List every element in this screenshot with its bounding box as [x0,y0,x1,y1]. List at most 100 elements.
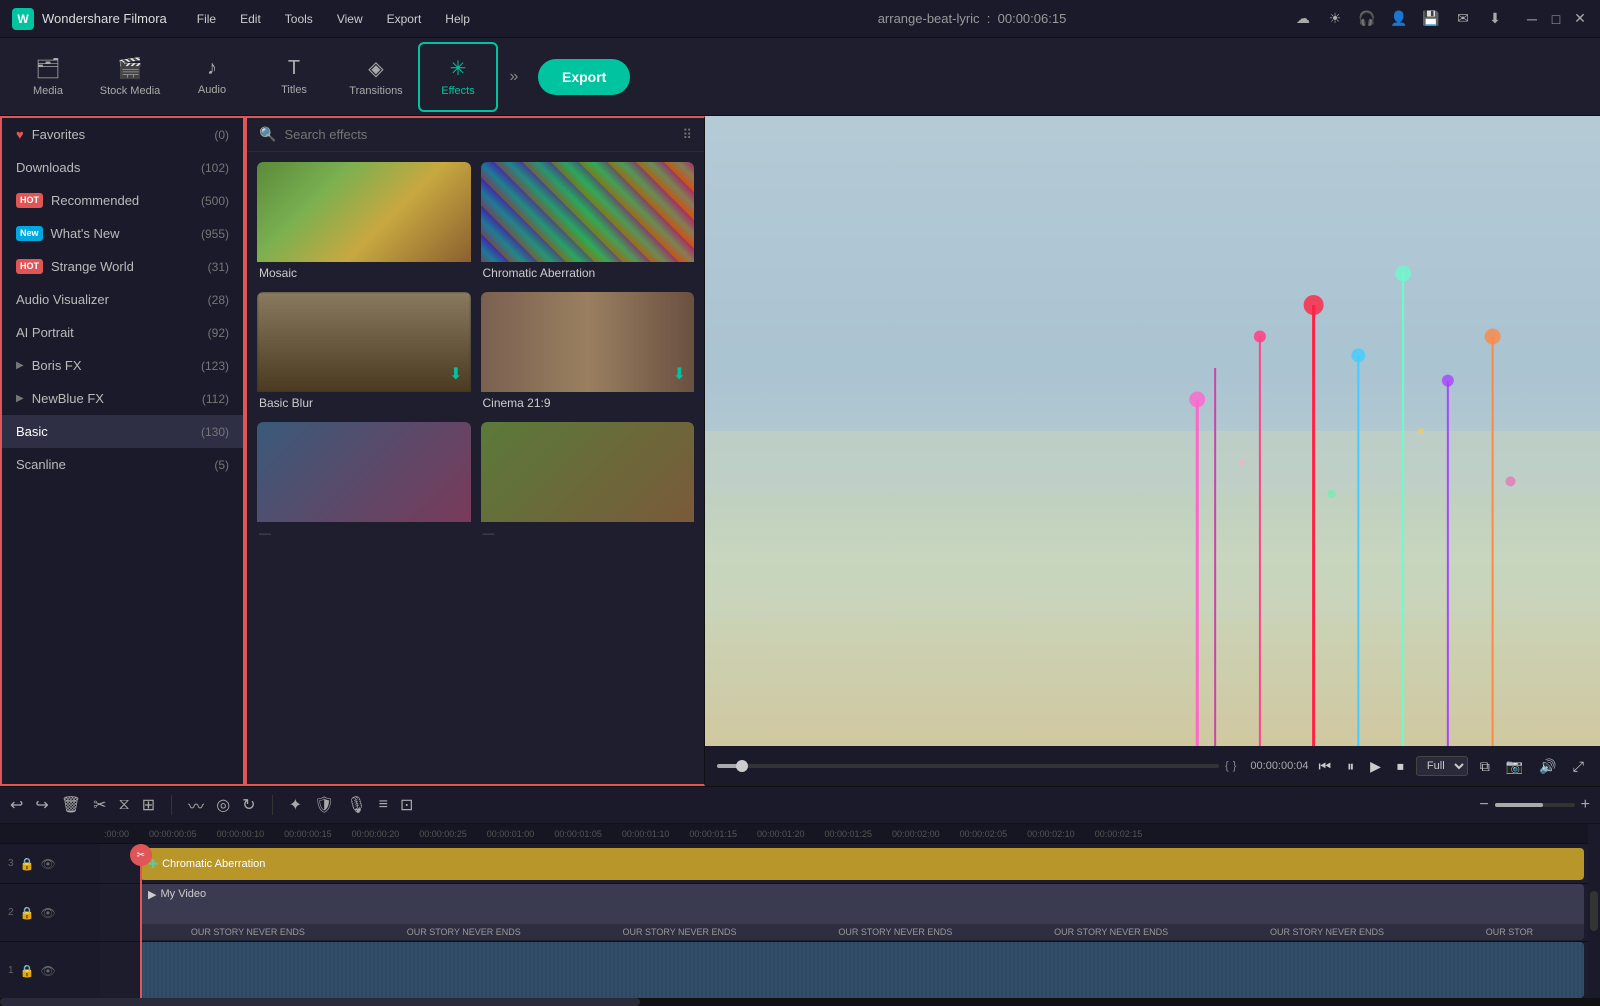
tool-audio[interactable]: ♪ Audio [172,42,252,112]
mask-button[interactable]: 🛡 [314,795,334,815]
in-out-markers: { } [1225,760,1236,772]
playhead-handle[interactable]: ✂ [130,844,152,866]
title-bar: W Wondershare Filmora File Edit Tools Vi… [0,0,1600,38]
sidebar-item-ai-portrait[interactable]: AI Portrait (92) [2,316,243,349]
menu-view[interactable]: View [327,9,373,29]
video-clip[interactable]: ▶ My Video OUR STORY NEVER ENDS OUR STOR… [140,884,1584,940]
menu-export[interactable]: Export [377,9,432,29]
fullscreen-button[interactable]: ⤢ [1569,756,1588,777]
sidebar-item-whats-new[interactable]: New What's New (955) [2,217,243,250]
effect-card-basic-blur[interactable]: ⬇ Basic Blur [257,292,471,412]
lyric-button[interactable]: ↻ [242,795,255,815]
zoom-in-button[interactable]: + [1581,796,1590,814]
sidebar-item-audio-visualizer[interactable]: Audio Visualizer (28) [2,283,243,316]
audio-wave-button[interactable]: 〰 [188,793,204,817]
play-pause-button[interactable]: ⏸ [1343,756,1358,777]
beat-button[interactable]: ◎ [216,795,230,815]
step-back-button[interactable]: ⏮ [1315,756,1336,777]
stop-button[interactable]: ⏹ [1393,756,1408,777]
ruler-mark-10: 00:00:01:20 [757,829,805,839]
zoom-out-button[interactable]: − [1479,796,1488,814]
split-button[interactable]: ⊞ [142,795,155,815]
timeline-vertical-scrollbar[interactable] [1588,824,1600,998]
maximize-button[interactable]: □ [1548,11,1564,27]
grid-view-icon[interactable]: ⠿ [682,127,692,143]
eye-icon-3[interactable]: 👁 [41,857,56,871]
headphone-icon[interactable]: 🎧 [1356,8,1378,30]
tool-stock-media[interactable]: 🎬 Stock Media [90,42,170,112]
quality-selector[interactable]: Full 1/2 1/4 [1416,756,1468,776]
snapshot-button[interactable]: 📷 [1502,756,1527,777]
brightness-icon[interactable]: ☀ [1324,8,1346,30]
delete-button[interactable]: 🗑 [61,795,81,815]
lock-icon-2[interactable]: 🔒 [20,906,35,920]
volume-button[interactable]: 🔊 [1535,756,1560,777]
audio-clip[interactable] [140,942,1584,998]
menu-tools[interactable]: Tools [275,9,323,29]
sidebar-item-strange-world[interactable]: HOT Strange World (31) [2,250,243,283]
zoom-slider[interactable] [1495,803,1575,807]
toolbar-expand-button[interactable]: » [500,63,528,91]
play-button[interactable]: ▶ [1366,756,1385,777]
save-icon[interactable]: 💾 [1420,8,1442,30]
effect-card-3[interactable]: — [257,422,471,542]
sidebar-whats-new-count: (955) [201,227,229,241]
eye-icon-2[interactable]: 👁 [41,906,56,920]
menu-edit[interactable]: Edit [230,9,271,29]
crop-button[interactable]: ⧖ [119,796,130,814]
chromatic-aberration-clip[interactable]: ✚ Chromatic Aberration [140,848,1584,880]
timeline-tracks[interactable]: :00:00 00:00:00:05 00:00:00:10 00:00:00:… [100,824,1588,998]
menu-file[interactable]: File [187,9,226,29]
voice-button[interactable]: 🎙 [346,795,366,815]
user-icon[interactable]: 👤 [1388,8,1410,30]
sidebar-item-scanline[interactable]: Scanline (5) [2,448,243,481]
sidebar-item-favorites[interactable]: ♥ Favorites (0) [2,118,243,151]
lock-icon-3[interactable]: 🔒 [20,857,35,871]
pip-button[interactable]: ⧉ [1476,756,1494,777]
toolbar-separator-2 [272,795,273,815]
sidebar-scanline-label: Scanline [16,457,66,472]
effect-card-chromatic[interactable]: Chromatic Aberration [481,162,695,282]
redo-button[interactable]: ↪ [35,795,48,815]
effects-sidebar: ♥ Favorites (0) Downloads (102) HOT Reco… [0,116,245,786]
sidebar-favorites-label: Favorites [32,127,85,142]
tool-media[interactable]: 🗂 Media [8,42,88,112]
effect-card-4[interactable]: — [481,422,695,542]
sidebar-item-basic[interactable]: Basic (130) [2,415,243,448]
export-button[interactable]: Export [538,59,630,95]
tool-transitions[interactable]: ◈ Transitions [336,42,416,112]
sidebar-item-newblue-fx[interactable]: ▶ NewBlue FX (112) [2,382,243,415]
tool-media-label: Media [33,85,63,97]
tool-titles[interactable]: T Titles [254,42,334,112]
progress-bar[interactable] [717,764,1219,768]
ruler-mark-6: 00:00:01:00 [487,829,535,839]
undo-button[interactable]: ↩ [10,795,23,815]
menu-help[interactable]: Help [435,9,480,29]
tool-effects[interactable]: ✳ Effects [418,42,498,112]
sidebar-boris-fx-label: Boris FX [32,358,82,373]
track-row-3: ✚ Chromatic Aberration [100,844,1588,884]
preview-background [705,116,1600,746]
sidebar-audio-visualizer-label: Audio Visualizer [16,292,109,307]
effect-card-mosaic[interactable]: Mosaic [257,162,471,282]
effect-card-cinema[interactable]: ⬇ Cinema 21:9 [481,292,695,412]
search-input[interactable] [284,127,674,142]
effect-apply-button[interactable]: ✦ [289,795,302,815]
mail-icon[interactable]: ✉ [1452,8,1474,30]
close-button[interactable]: ✕ [1572,11,1588,27]
multi-track-button[interactable]: ≡ [379,796,388,814]
sidebar-item-boris-fx[interactable]: ▶ Boris FX (123) [2,349,243,382]
track-row-2: ▶ My Video OUR STORY NEVER ENDS OUR STOR… [100,884,1588,942]
sidebar-item-downloads[interactable]: Downloads (102) [2,151,243,184]
eye-icon-1[interactable]: 👁 [41,964,56,978]
progress-handle[interactable] [736,760,748,772]
sidebar-item-recommended[interactable]: HOT Recommended (500) [2,184,243,217]
cloud-icon[interactable]: ☁ [1292,8,1314,30]
app-name: Wondershare Filmora [42,11,167,26]
download-icon[interactable]: ⬇ [1484,8,1506,30]
lock-icon-1[interactable]: 🔒 [20,964,35,978]
cut-button[interactable]: ✂ [93,795,106,815]
minimize-button[interactable]: ─ [1524,11,1540,27]
timeline-scrollbar[interactable] [0,998,1600,1006]
resize-button[interactable]: ⊡ [400,795,413,815]
